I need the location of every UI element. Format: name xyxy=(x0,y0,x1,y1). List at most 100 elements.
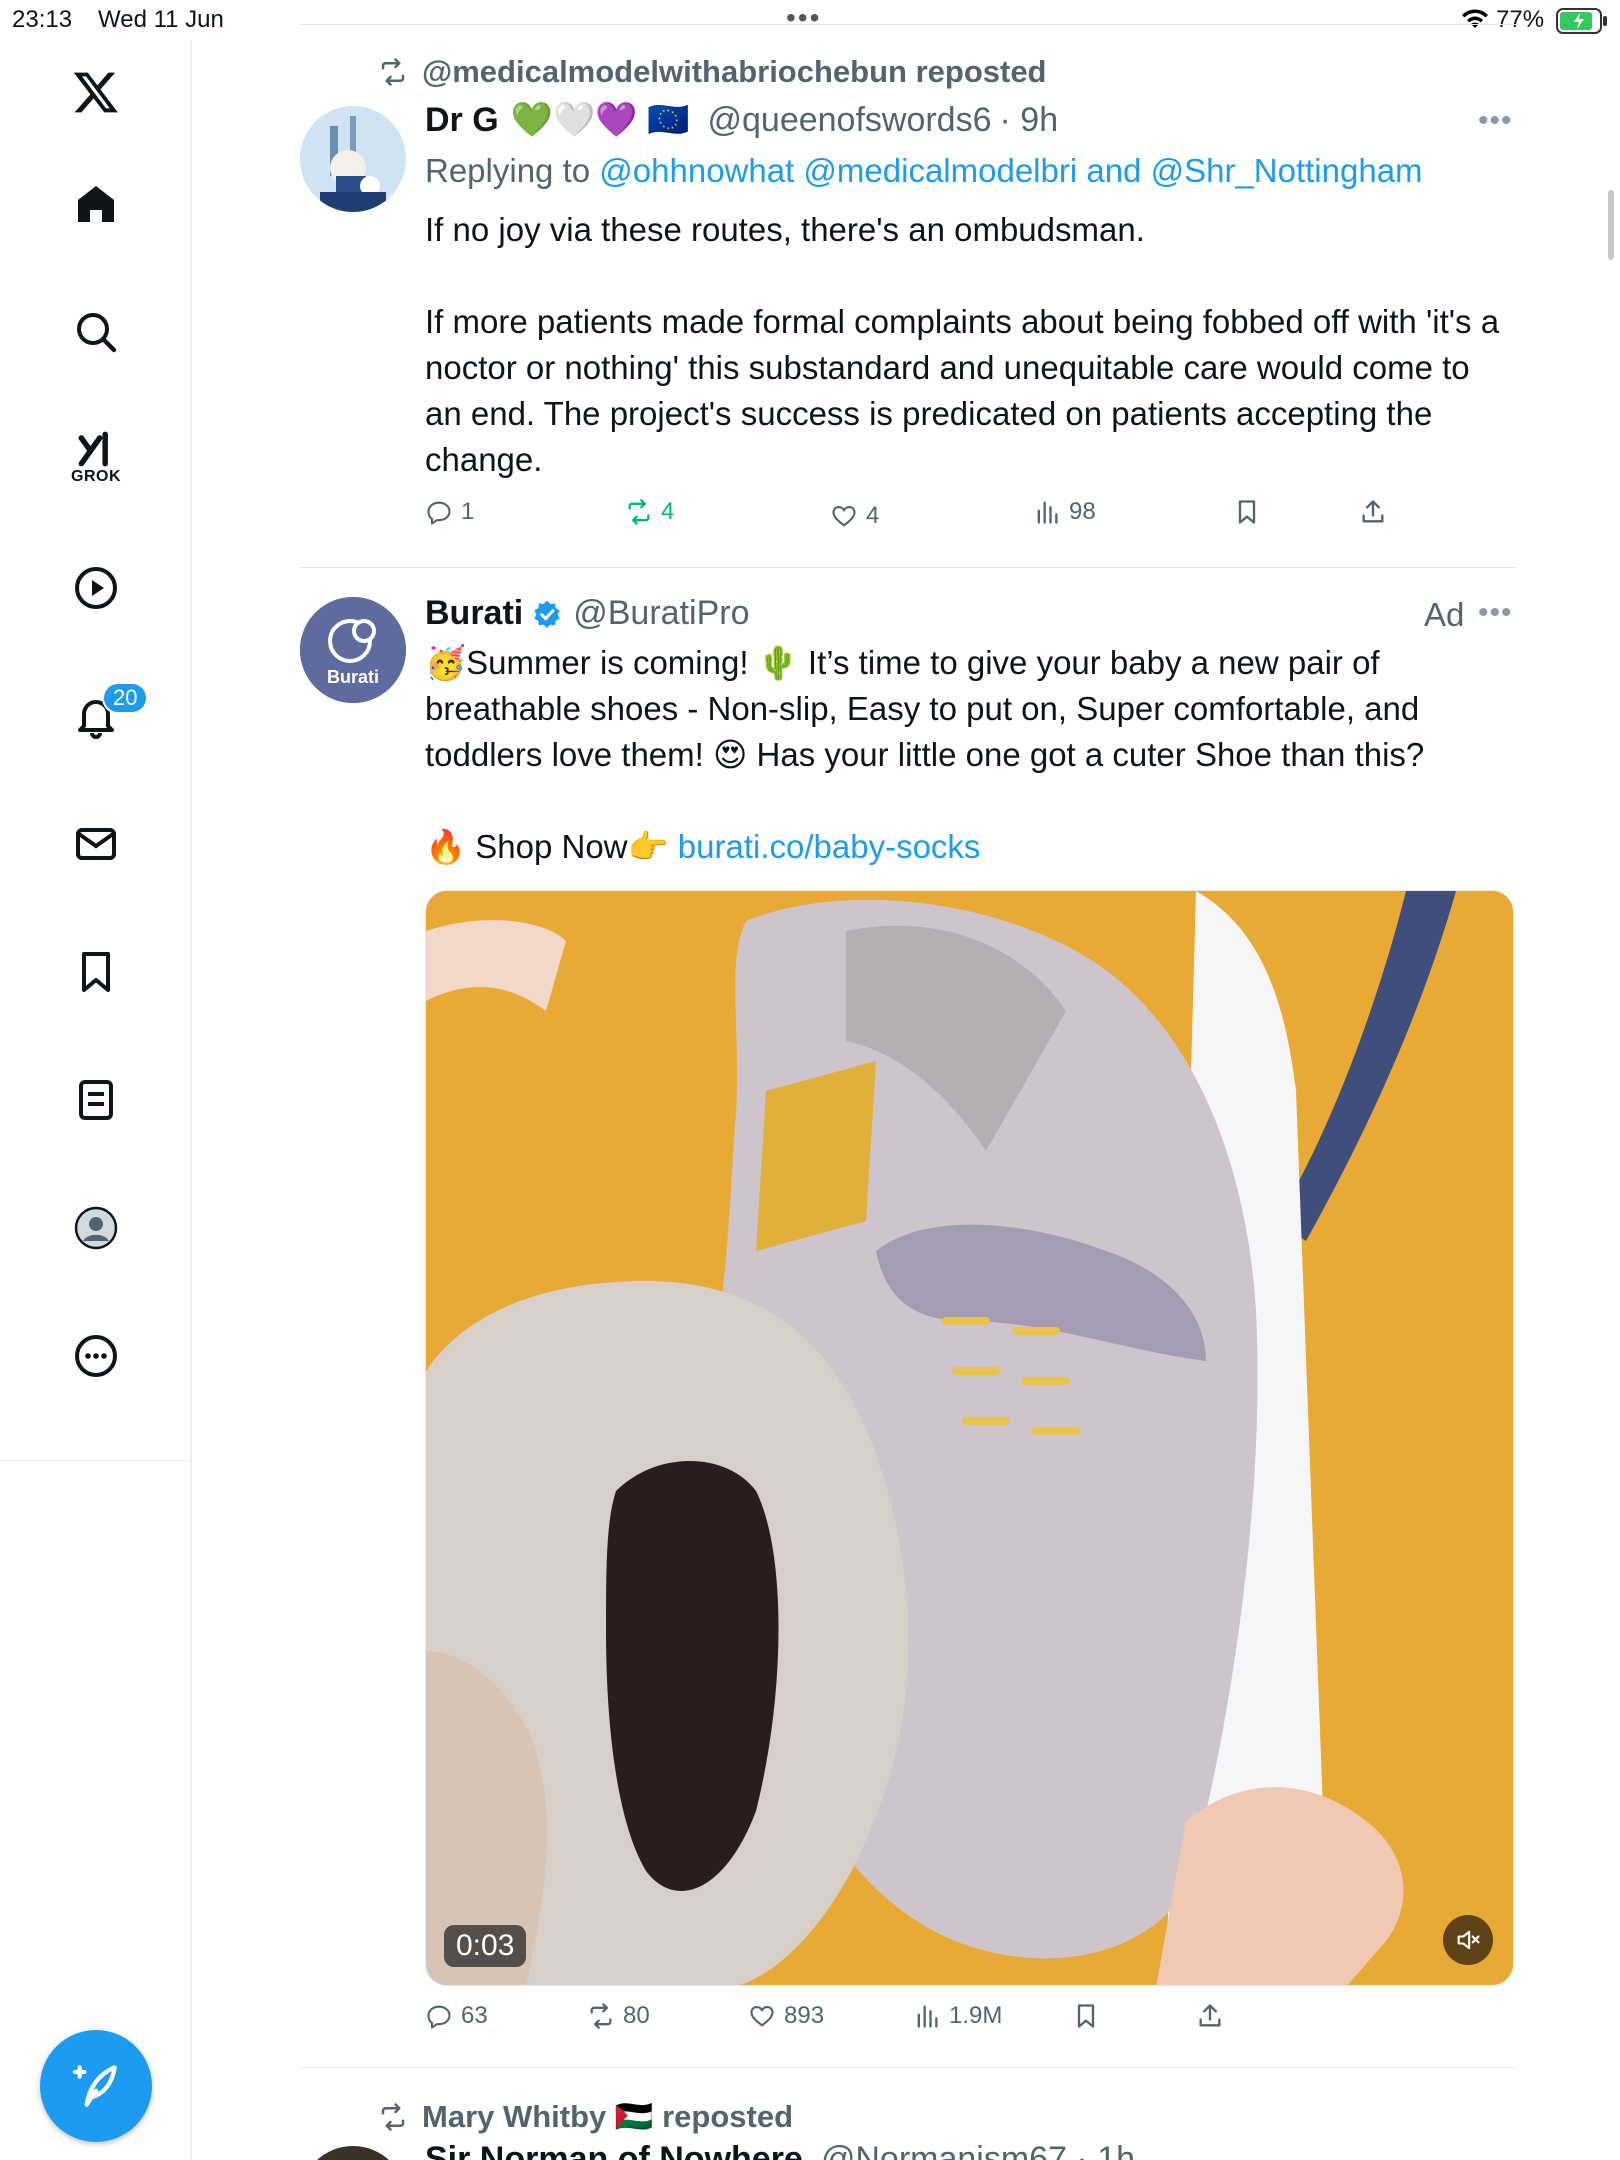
share-icon xyxy=(1362,500,1384,523)
shop-link[interactable]: burati.co/baby-socks xyxy=(678,828,981,865)
video-play-icon[interactable] xyxy=(60,552,132,624)
like-count: 893 xyxy=(784,2002,825,2029)
profile-icon[interactable] xyxy=(60,1192,132,1264)
like-count: 4 xyxy=(866,502,880,529)
handle[interactable]: @BuratiPro xyxy=(573,594,749,633)
view-count: 98 xyxy=(1069,498,1096,525)
reply-count: 1 xyxy=(461,498,475,525)
repost-icon xyxy=(381,2102,405,2131)
bookmark-icon xyxy=(1238,500,1256,524)
repost-indicator: Mary Whitby 🇵🇸 reposted xyxy=(378,2098,793,2135)
reply-button[interactable]: 63 xyxy=(425,2002,488,2030)
bookmarks-icon[interactable] xyxy=(60,936,132,1008)
timestamp[interactable]: · 9h xyxy=(1000,101,1059,140)
bookmark-button[interactable] xyxy=(1233,498,1261,526)
share-icon xyxy=(1199,2004,1221,2027)
more-icon[interactable]: ••• xyxy=(1478,104,1513,138)
status-bar: 23:13 Wed 11 Jun ••• 77% xyxy=(0,0,1620,40)
compose-feather-icon xyxy=(72,2065,117,2107)
replying-to: Replying to @ohhnowhat @medicalmodelbri … xyxy=(425,152,1423,190)
avatar-image xyxy=(300,106,406,212)
avatar-text: Burati xyxy=(326,667,379,687)
repost-by-text: @medicalmodelwithabriochebun reposted xyxy=(422,54,1047,89)
views-button[interactable]: 1.9M xyxy=(913,2002,1002,2030)
repost-icon xyxy=(381,58,405,86)
grok-icon[interactable]: GROK xyxy=(60,420,132,492)
search-icon[interactable] xyxy=(60,296,132,368)
views-chart-icon xyxy=(1037,501,1058,524)
tweet-header: Burati @BuratiPro xyxy=(425,594,749,633)
ad-label: Ad xyxy=(1424,596,1465,633)
tweet-actions: 1 4 4 98 xyxy=(425,498,1425,538)
feed-top-divider xyxy=(300,24,1516,25)
tweet-text-paragraph: 🥳Summer is coming! 🌵 It’s time to give y… xyxy=(425,644,1425,773)
like-button[interactable]: 4 xyxy=(830,502,879,530)
video-duration: 0:03 xyxy=(444,1925,527,1967)
reply-icon xyxy=(427,2005,451,2029)
reply-button[interactable]: 1 xyxy=(425,498,474,526)
muted-speaker-icon xyxy=(1457,1930,1480,1950)
heart-icon xyxy=(832,505,856,527)
handle[interactable]: @Normanism67 · 1h xyxy=(821,2140,1135,2160)
tweet-divider xyxy=(300,2067,1516,2068)
tweet-actions: 63 80 893 1.9M xyxy=(425,2002,1425,2042)
grok-label: GROK xyxy=(71,468,121,485)
home-icon[interactable] xyxy=(60,168,132,240)
notifications-badge: 20 xyxy=(102,682,149,714)
view-count: 1.9M xyxy=(949,2002,1003,2029)
tweet-header: Sir Norman of Nowhere @Normanism67 · 1h xyxy=(425,2140,1135,2160)
status-date: Wed 11 Jun xyxy=(98,6,224,33)
more-icon[interactable]: ••• xyxy=(1478,596,1513,630)
repost-button[interactable]: 4 xyxy=(625,498,674,526)
video-player[interactable]: 0:03 xyxy=(425,890,1514,1986)
reply-count: 63 xyxy=(461,2002,488,2029)
status-time: 23:13 xyxy=(12,6,73,33)
replying-to-users[interactable]: @ohhnowhat @medicalmodelbri and @Shr_Not… xyxy=(599,152,1422,189)
multitasking-dots-icon[interactable]: ••• xyxy=(786,2,821,34)
battery-icon xyxy=(1556,8,1608,41)
display-name[interactable]: Sir Norman of Nowhere xyxy=(425,2140,803,2160)
avatar[interactable] xyxy=(300,106,406,212)
share-button[interactable] xyxy=(1359,498,1387,526)
more-options-icon[interactable] xyxy=(60,1320,132,1392)
repost-count: 4 xyxy=(661,498,675,525)
views-chart-icon xyxy=(917,2005,938,2028)
like-button[interactable]: 893 xyxy=(748,2002,824,2030)
x-logo-icon[interactable] xyxy=(60,56,132,128)
repost-button[interactable]: 80 xyxy=(587,2002,650,2030)
sidebar-nav: GROK 20 xyxy=(0,40,192,2160)
lists-icon[interactable] xyxy=(60,1064,132,1136)
repost-indicator: @medicalmodelwithabriochebun reposted xyxy=(378,54,1047,90)
wifi-icon xyxy=(1460,8,1490,37)
mute-button[interactable] xyxy=(1443,1915,1493,1965)
name-emojis: 💚🤍💜 🇪🇺 xyxy=(510,101,690,139)
tweet-text-paragraph: If more patients made formal complaints … xyxy=(425,303,1500,478)
views-button[interactable]: 98 xyxy=(1033,498,1096,526)
messages-envelope-icon[interactable] xyxy=(60,808,132,880)
shop-now-prefix: 🔥 Shop Now👉 xyxy=(425,828,669,865)
compose-post-button[interactable] xyxy=(40,2030,152,2142)
tweet-text: If no joy via these routes, there's an o… xyxy=(425,207,1505,483)
repost-count: 80 xyxy=(623,2002,650,2029)
repost-icon xyxy=(628,499,650,525)
replying-prefix: Replying to xyxy=(425,152,591,189)
battery-percent: 77% xyxy=(1496,6,1545,33)
verified-badge-icon xyxy=(534,600,560,628)
bookmark-icon xyxy=(1077,2004,1095,2028)
avatar[interactable] xyxy=(300,2146,406,2160)
shop-now-line: 🔥 Shop Now👉 burati.co/baby-socks xyxy=(425,824,1505,870)
avatar[interactable]: Burati xyxy=(300,597,406,703)
reply-icon xyxy=(427,501,451,525)
scrollbar[interactable] xyxy=(1608,190,1614,260)
display-name[interactable]: Dr G xyxy=(425,101,499,140)
sidebar-divider xyxy=(0,1460,192,1461)
handle[interactable]: @queenofswords6 xyxy=(707,101,991,140)
tweet-text-paragraph: If no joy via these routes, there's an o… xyxy=(425,211,1145,248)
share-button[interactable] xyxy=(1196,2002,1224,2030)
tweet-divider xyxy=(300,567,1516,568)
notifications-bell-icon[interactable]: 20 xyxy=(60,680,149,752)
tweet-header: Dr G 💚🤍💜 🇪🇺 @queenofswords6 · 9h xyxy=(425,100,1058,140)
display-name[interactable]: Burati xyxy=(425,594,523,633)
bookmark-button[interactable] xyxy=(1072,2002,1100,2030)
tweet-text: 🥳Summer is coming! 🌵 It’s time to give y… xyxy=(425,640,1505,870)
